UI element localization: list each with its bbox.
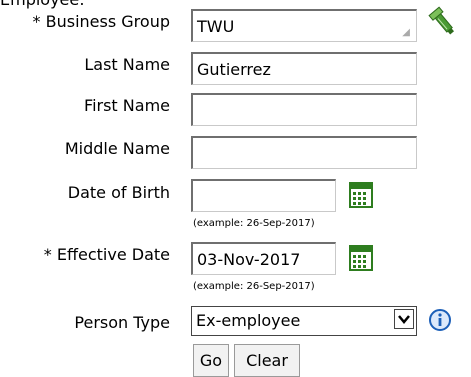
person-type-label: Person Type — [74, 313, 170, 332]
effective-date-value: 03-Nov-2017 — [197, 250, 301, 269]
page-title-partial: Employee: — [0, 0, 85, 9]
last-name-value: Gutierrez — [197, 60, 271, 79]
chevron-down-icon[interactable] — [394, 309, 414, 329]
middle-name-field[interactable] — [191, 136, 417, 169]
last-name-label: Last Name — [84, 55, 170, 74]
calendar-icon[interactable] — [349, 181, 373, 209]
business-group-label: * Business Group — [0, 12, 170, 31]
calendar-icon[interactable] — [349, 244, 373, 272]
go-button[interactable]: Go — [193, 344, 229, 377]
required-mark: * — [43, 245, 52, 264]
date-of-birth-hint: (example: 26-Sep-2017) — [193, 218, 315, 229]
person-type-value: Ex-employee — [196, 311, 301, 330]
effective-date-label-text: Effective Date — [56, 245, 170, 264]
effective-date-field[interactable]: 03-Nov-2017 — [191, 242, 336, 275]
date-of-birth-label: Date of Birth — [67, 183, 170, 202]
first-name-field[interactable] — [191, 93, 417, 126]
clear-button[interactable]: Clear — [234, 344, 300, 377]
middle-name-label: Middle Name — [64, 139, 170, 158]
required-mark: * — [32, 12, 41, 31]
last-name-field[interactable]: Gutierrez — [191, 52, 417, 85]
date-of-birth-field[interactable] — [191, 179, 336, 212]
effective-date-label: * Effective Date — [0, 245, 170, 264]
field-resize-icon: ◢ — [402, 27, 410, 38]
effective-date-hint: (example: 26-Sep-2017) — [193, 281, 315, 292]
business-group-field[interactable]: TWU ◢ — [191, 9, 417, 42]
business-group-value: TWU — [197, 17, 235, 36]
info-icon[interactable] — [428, 308, 452, 332]
flashlight-search-icon[interactable] — [428, 6, 460, 42]
business-group-label-text: Business Group — [45, 12, 170, 31]
person-type-select[interactable]: Ex-employee — [191, 306, 417, 336]
first-name-label: First Name — [84, 96, 170, 115]
